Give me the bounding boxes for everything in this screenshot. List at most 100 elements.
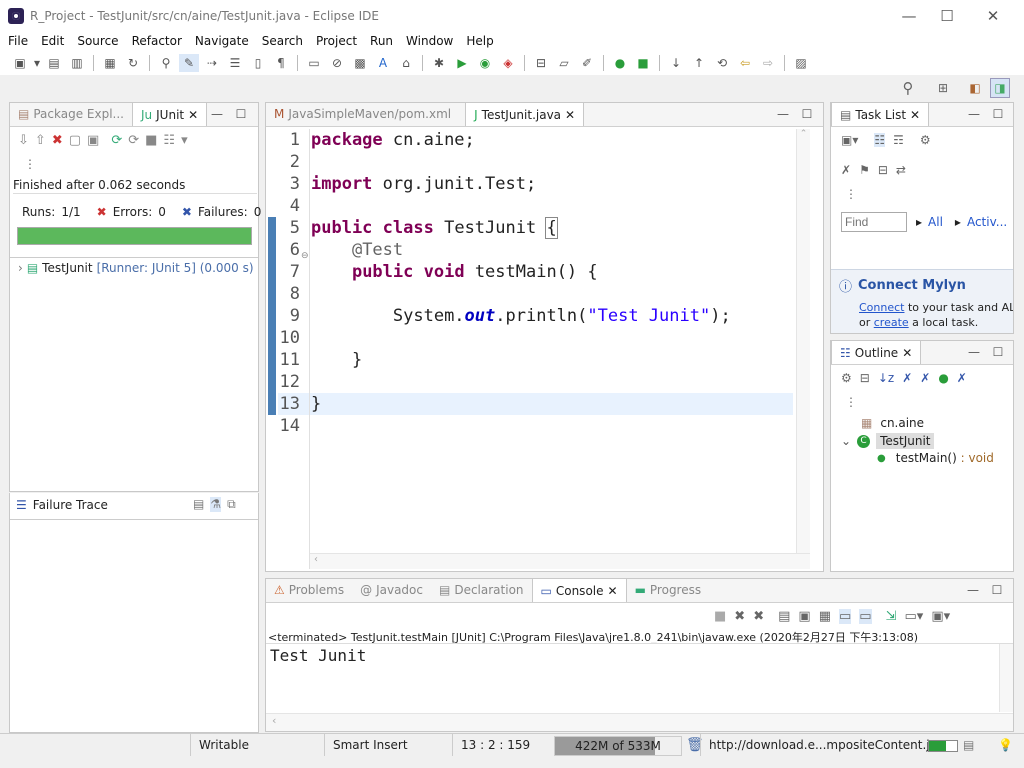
new-icon[interactable]: ▣ <box>10 54 30 72</box>
tab-problems[interactable]: ⚠ Problems <box>266 578 352 602</box>
coverage-icon[interactable]: ◉ <box>475 54 495 72</box>
chevron-down-icon[interactable]: ⌄ <box>841 434 851 448</box>
pin-editor-icon[interactable]: ▨ <box>791 54 811 72</box>
maximize-button[interactable]: ☐ <box>924 0 970 31</box>
scroll-lock-icon[interactable]: ▢ <box>69 133 81 148</box>
scroll-left-icon[interactable]: ‹ <box>310 554 810 565</box>
open-type-icon[interactable]: ⊟ <box>531 54 551 72</box>
trash-icon[interactable]: 🗑 <box>686 734 704 756</box>
copy-trace-icon[interactable]: ⧉ <box>227 497 236 512</box>
hide-completed-icon[interactable]: ✗ <box>841 163 851 177</box>
link-icon[interactable]: ⇄ <box>896 163 906 177</box>
prev-annotation-icon[interactable]: ↑ <box>689 54 709 72</box>
show-failures-icon[interactable]: ✖ <box>52 133 63 148</box>
vertical-scrollbar[interactable]: ⌃ <box>796 129 810 553</box>
search-icon[interactable]: ⚲ <box>899 79 917 97</box>
tab-pom-xml[interactable]: M JavaSimpleMaven/pom.xml <box>266 102 459 126</box>
maximize-view-icon[interactable]: ☐ <box>989 343 1007 361</box>
scroll-up-icon[interactable]: ⌃ <box>797 129 810 139</box>
rerun-icon[interactable]: ⟳ <box>111 133 122 148</box>
close-icon[interactable]: ✕ <box>188 108 198 122</box>
create-link[interactable]: create <box>874 316 909 329</box>
scheduled-icon[interactable]: ☶ <box>893 133 904 147</box>
terminal-icon[interactable]: ▭ <box>304 54 324 72</box>
menu-refactor[interactable]: Refactor <box>132 34 182 48</box>
last-edit-icon[interactable]: ⟲ <box>712 54 732 72</box>
new-task-icon[interactable]: ▣▾ <box>841 133 858 147</box>
maximize-view-icon[interactable]: ☐ <box>232 105 250 123</box>
green-orb-icon[interactable]: ● <box>610 54 630 72</box>
menu-file[interactable]: File <box>8 34 28 48</box>
maximize-view-icon[interactable]: ☐ <box>989 105 1007 123</box>
close-icon[interactable]: ✕ <box>910 108 920 122</box>
console-horizontal-scrollbar[interactable]: ‹ <box>266 713 1013 731</box>
scroll-lock-icon[interactable]: ▣ <box>798 609 810 624</box>
clear-console-icon[interactable]: ▤ <box>778 609 790 624</box>
view-menu-icon[interactable]: ▾ <box>181 133 188 148</box>
activate-link[interactable]: Activ... <box>967 215 1007 229</box>
menu-navigate[interactable]: Navigate <box>195 34 249 48</box>
java-ee-perspective-icon[interactable]: ◧ <box>966 79 984 97</box>
remove-launch-icon[interactable]: ✖ <box>734 609 745 624</box>
link-icon[interactable]: ⇢ <box>202 54 222 72</box>
tab-package-explorer[interactable]: ▤ Package Expl... <box>10 102 132 126</box>
focus-icon[interactable]: ⚙ <box>841 371 852 385</box>
font-icon[interactable]: A <box>373 54 393 72</box>
collapse-all-icon[interactable]: ⊟ <box>860 371 870 385</box>
rerun-failed-icon[interactable]: ⟳ <box>128 133 139 148</box>
minimize-view-icon[interactable]: — <box>965 105 983 123</box>
console-vertical-scrollbar[interactable] <box>999 644 1013 712</box>
code-editor[interactable]: package cn.aine; import org.junit.Test; … <box>311 129 791 437</box>
horizontal-scrollbar[interactable]: ‹ <box>310 553 810 569</box>
outline-class[interactable]: ⌄ C TestJunit <box>841 433 935 449</box>
monitor-icon[interactable]: ▩ <box>350 54 370 72</box>
pin-console-icon[interactable]: ⇲ <box>886 609 897 624</box>
wand-icon[interactable]: ✐ <box>577 54 597 72</box>
breakpoint-skip-icon[interactable]: ⊘ <box>327 54 347 72</box>
categorized-icon[interactable]: ☷ <box>874 133 886 147</box>
prev-failure-icon[interactable]: ⇧ <box>35 133 46 148</box>
all-filter-link[interactable]: All <box>928 215 943 229</box>
close-icon[interactable]: ✕ <box>608 584 618 598</box>
outline-package[interactable]: ▦ cn.aine <box>861 416 924 430</box>
search-references-icon[interactable]: ⚲ <box>156 54 176 72</box>
save-icon[interactable]: ▤ <box>44 54 64 72</box>
tab-testjunit-java[interactable]: J TestJunit.java ✕ <box>465 102 585 126</box>
external-tools-icon[interactable]: ◈ <box>498 54 518 72</box>
hide-fields-icon[interactable]: ✗ <box>902 371 912 385</box>
run-icon[interactable]: ▶ <box>452 54 472 72</box>
next-annotation-icon[interactable]: ↓ <box>666 54 686 72</box>
tab-task-list[interactable]: ▤ Task List ✕ <box>831 103 930 126</box>
filter-icon[interactable]: ⚗ <box>210 497 222 512</box>
tab-progress[interactable]: ▬ Progress <box>627 578 710 602</box>
menu-help[interactable]: Help <box>466 34 493 48</box>
task-find-input[interactable] <box>841 212 907 232</box>
minimize-view-icon[interactable]: — <box>965 343 983 361</box>
stop-run-icon[interactable]: ■ <box>145 133 157 148</box>
history-icon[interactable]: ▣ <box>87 133 99 148</box>
compare-icon[interactable]: ▤ <box>193 497 204 512</box>
remove-all-icon[interactable]: ✖ <box>753 609 764 624</box>
console-output[interactable]: Test Junit <box>270 646 366 665</box>
sort-icon[interactable]: ↓z <box>878 371 894 385</box>
show-stdout-icon[interactable]: ▭ <box>839 609 852 624</box>
build-icon[interactable]: ▦ <box>100 54 120 72</box>
tab-junit[interactable]: Ju JUnit ✕ <box>131 102 208 126</box>
outline-method[interactable]: ● testMain() : void <box>877 451 994 465</box>
hide-local-types-icon[interactable]: ✗ <box>957 371 967 385</box>
java-perspective-icon[interactable]: ◨ <box>990 78 1010 98</box>
menu-source[interactable]: Source <box>77 34 118 48</box>
test-tree-item[interactable]: › ▤ TestJunit [Runner: JUnit 5] (0.000 s… <box>18 261 254 275</box>
layout-icon[interactable]: ☷ <box>163 133 175 148</box>
collapse-all-icon[interactable]: ⊟ <box>878 163 888 177</box>
fold-icon[interactable]: ⊖ <box>301 251 309 261</box>
menu-window[interactable]: Window <box>406 34 453 48</box>
word-wrap-icon[interactable]: ▦ <box>819 609 831 624</box>
refresh-icon[interactable]: ↻ <box>123 54 143 72</box>
more-icon[interactable]: ⋮ <box>24 157 36 171</box>
scroll-left-icon[interactable]: ‹ <box>272 714 276 727</box>
tab-outline[interactable]: ☷ Outline ✕ <box>831 340 922 364</box>
display-console-icon[interactable]: ▭▾ <box>905 609 924 624</box>
progress-view-icon[interactable]: ▤ <box>963 734 974 756</box>
minimize-view-icon[interactable]: — <box>964 581 982 599</box>
